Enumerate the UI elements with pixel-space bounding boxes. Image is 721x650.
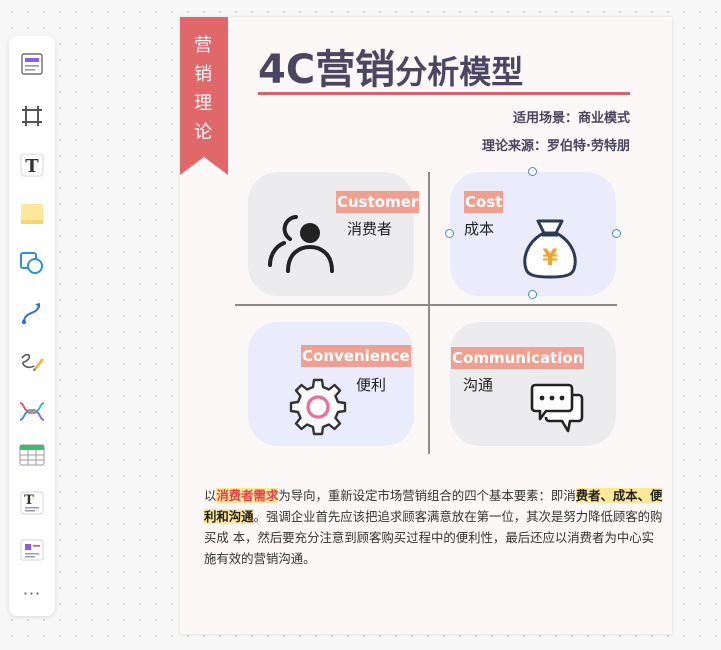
pen-icon: [21, 353, 44, 371]
ribbon-banner: 营 销 理 论: [180, 17, 228, 175]
vertical-axis: [428, 172, 430, 454]
cost-label-cn[interactable]: 成本: [464, 218, 494, 239]
text-doc-glyph: T: [24, 493, 34, 508]
page-title[interactable]: 4C营销分析模型: [258, 37, 524, 93]
more-tools-button[interactable]: ···: [17, 579, 47, 609]
selection-handle-top[interactable]: [528, 167, 537, 176]
customer-label-cn[interactable]: 消费者: [347, 218, 392, 239]
selection-handle-left[interactable]: [445, 229, 454, 238]
title-underline: [258, 92, 630, 95]
selection-handle-right[interactable]: [612, 229, 621, 238]
meta-source[interactable]: 理论来源：罗伯特·劳特朋: [482, 135, 630, 154]
table-icon: [19, 444, 45, 466]
ribbon-text: 营 销 理 论: [180, 31, 228, 147]
ribbon-char: 理: [194, 93, 214, 114]
shape-tool[interactable]: [17, 248, 47, 278]
user-group-icon: [268, 215, 334, 273]
ribbon-char: 销: [194, 64, 214, 85]
meta-scene[interactable]: 适用场景：商业模式: [513, 107, 630, 126]
pen-tool[interactable]: [17, 347, 47, 377]
sticky-note-icon: [21, 204, 43, 224]
table-tool[interactable]: [17, 440, 47, 470]
canvas-page[interactable]: 营 销 理 论 4C营销分析模型 适用场景：商业模式 理论来源：罗伯特·劳特朋 …: [180, 17, 672, 634]
chat-bubbles-icon: [530, 383, 584, 433]
card-tool[interactable]: [17, 535, 47, 565]
mindmap-icon: [19, 402, 45, 421]
more-icon: ···: [22, 584, 42, 603]
connector-tool[interactable]: [17, 298, 47, 328]
sticky-note-tool[interactable]: [17, 199, 47, 229]
gear-icon: [289, 378, 347, 436]
ribbon-char: 论: [194, 122, 214, 143]
communication-label-en[interactable]: Communication: [451, 347, 585, 369]
para-text: 以: [204, 488, 217, 503]
shape-icon: [20, 252, 43, 274]
money-bag-icon: ¥: [523, 219, 577, 279]
connector-icon: [21, 303, 40, 325]
selection-handle-bottom[interactable]: [528, 290, 537, 299]
text-doc-icon: T: [20, 491, 44, 515]
yen-glyph: ¥: [542, 246, 558, 271]
para-text: 为导向，重新设定市场营销组合的四个基本要素：即消: [278, 488, 576, 503]
convenience-label-en[interactable]: Convenience: [301, 345, 411, 367]
text-tool[interactable]: T: [17, 150, 47, 180]
text-doc-tool[interactable]: T: [17, 488, 47, 518]
mindmap-tool[interactable]: [17, 396, 47, 426]
template-icon: [21, 53, 43, 75]
cost-label-en[interactable]: Cost: [464, 191, 504, 213]
horizontal-axis: [235, 304, 617, 306]
text-tool-glyph: T: [25, 156, 39, 177]
customer-label-en[interactable]: Customer: [336, 191, 420, 213]
left-toolbar: T T ···: [9, 36, 55, 616]
para-text: 。强调企业首先应该把追求顾客满意放在第一位，其次是努力降低顾客的购买成 本，然后…: [204, 509, 663, 566]
title-main: 4C营销: [258, 47, 396, 93]
text-icon: T: [20, 153, 44, 177]
ribbon-char: 营: [194, 35, 214, 56]
template-tool[interactable]: [17, 49, 47, 79]
card-icon: [20, 539, 44, 561]
communication-label-cn[interactable]: 沟通: [463, 374, 493, 395]
description-paragraph[interactable]: 以消费者需求为导向，重新设定市场营销组合的四个基本要素：即消费者、成本、便利和沟…: [204, 485, 664, 569]
frame-tool[interactable]: [17, 101, 47, 131]
para-highlight-red: 消费者需求: [216, 488, 279, 503]
frame-icon: [22, 106, 42, 126]
convenience-label-cn[interactable]: 便利: [356, 374, 386, 395]
title-rest: 分析模型: [395, 53, 524, 91]
